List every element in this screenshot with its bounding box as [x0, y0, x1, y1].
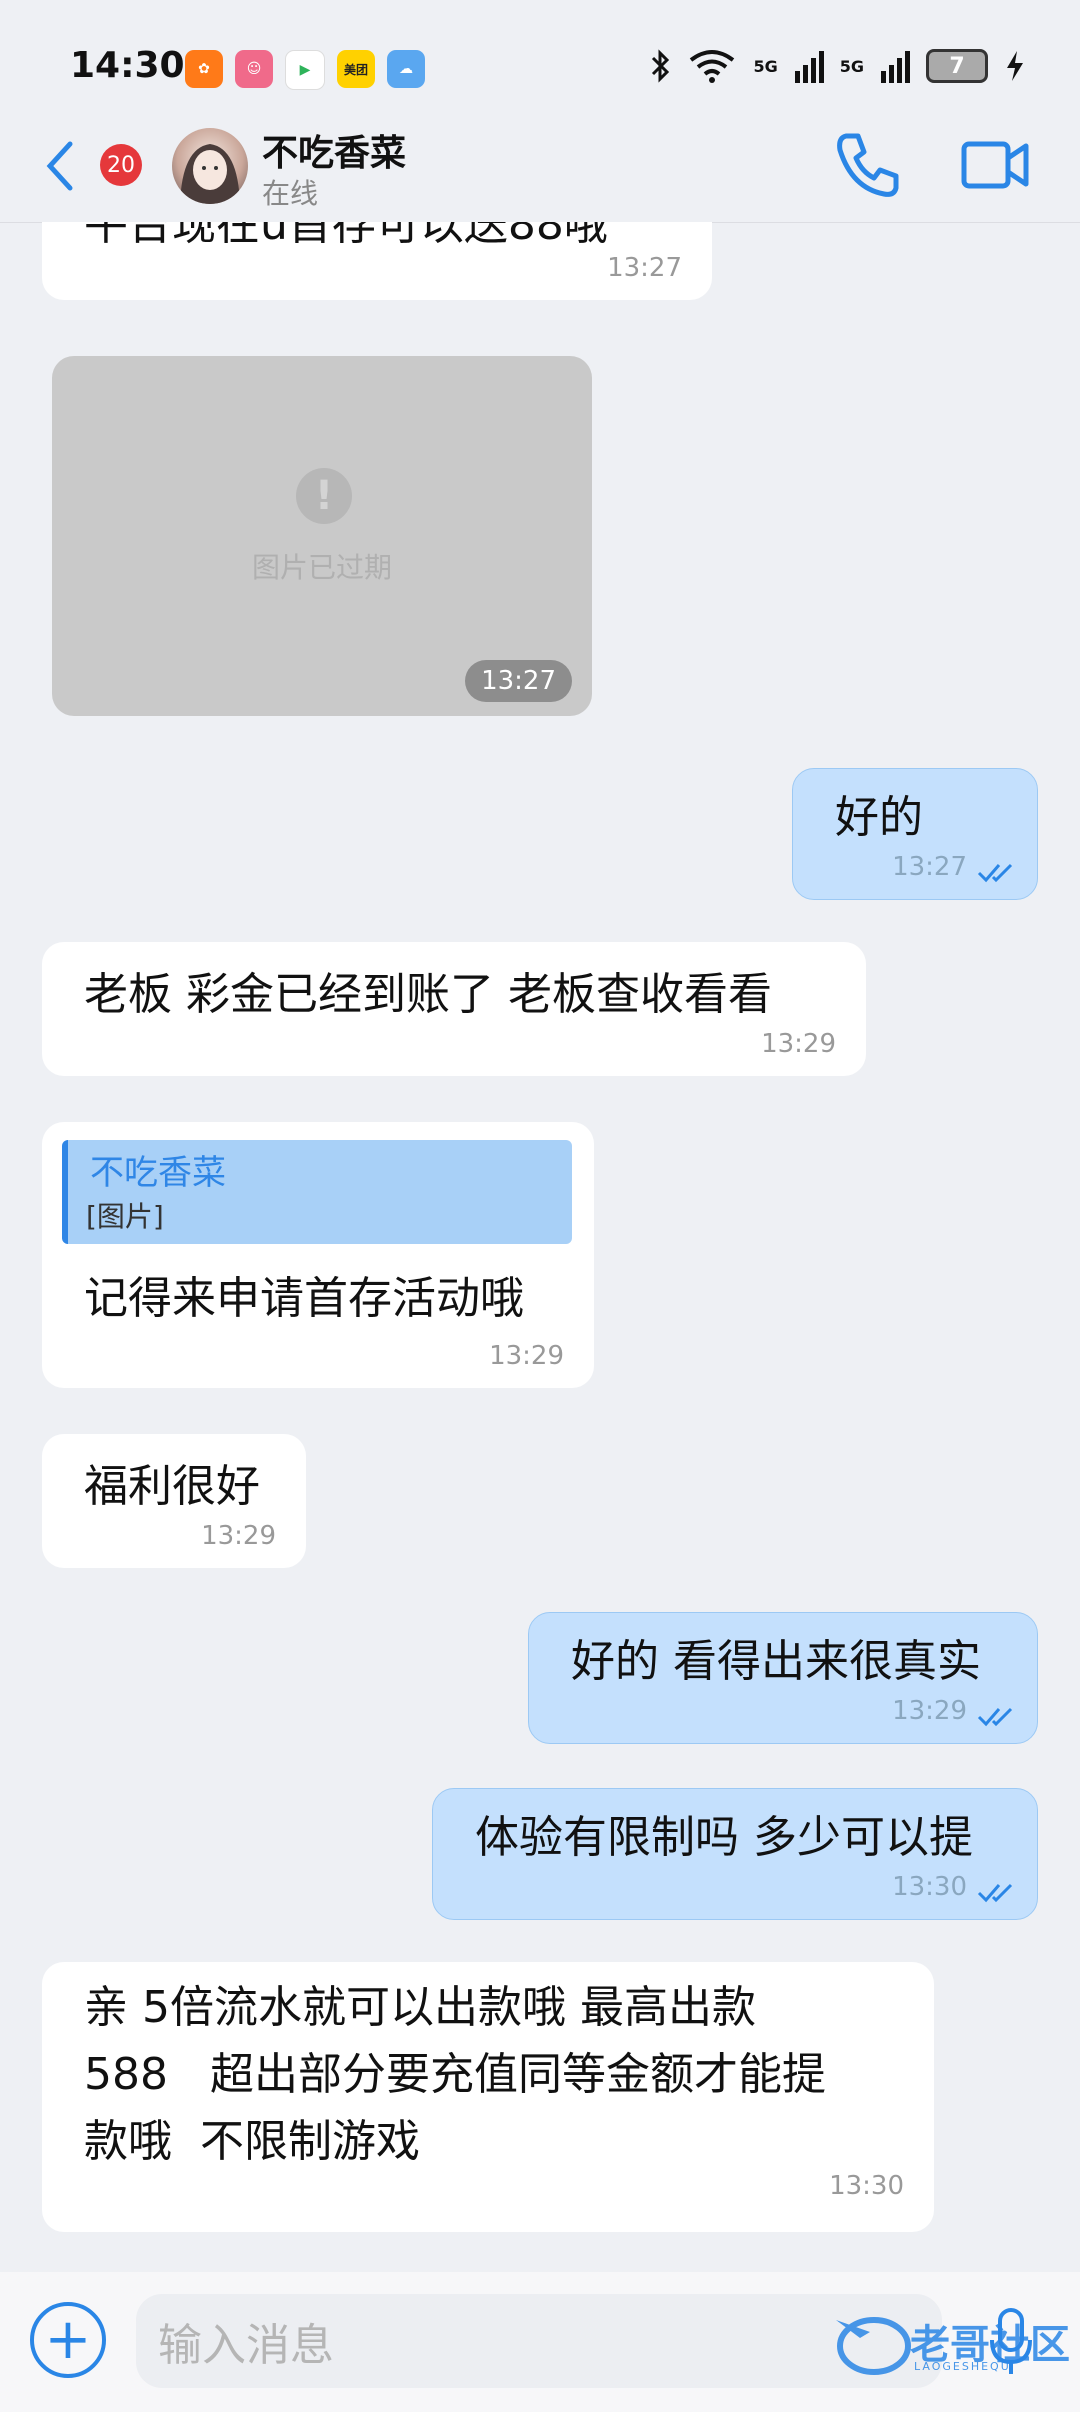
message-time: 13:30 [829, 2171, 904, 2201]
message-bubble-outgoing[interactable]: 好的 看得出来很真实 13:29 [528, 1612, 1038, 1744]
read-receipt-icon [977, 863, 1013, 883]
input-bar: + 输入消息 老哥社区 LAOGESHEQU [0, 2272, 1080, 2412]
message-time: 13:27 [465, 660, 572, 702]
message-text: 福利很好 [84, 1461, 260, 1512]
message-bubble-incoming[interactable]: 老板 彩金已经到账了 老板查收看看 13:29 [42, 942, 866, 1076]
battery-icon: 7 [926, 49, 988, 83]
phone-call-icon[interactable] [832, 130, 902, 200]
back-arrow-icon[interactable] [40, 138, 80, 194]
read-receipt-icon [977, 1883, 1013, 1903]
wifi-icon [690, 50, 735, 83]
message-text: 好的 [835, 792, 923, 843]
bluetooth-icon [652, 49, 670, 83]
message-bubble-incoming[interactable]: 平台现在u首存可以送88哦 13:27 [42, 222, 712, 300]
read-receipt-icon [977, 1707, 1013, 1727]
message-text: 好的 看得出来很真实 [571, 1636, 981, 1687]
signal-label-2: 5G [839, 56, 864, 76]
quoted-message[interactable]: 不吃香菜 [图片] [62, 1140, 572, 1244]
weather-icon: ☁ [387, 50, 425, 88]
unread-badge[interactable]: 20 [100, 144, 142, 186]
warning-icon: ! [296, 468, 352, 524]
message-line: 亲 5倍流水就可以出款哦 最高出款 [84, 1982, 756, 2033]
message-time: 13:27 [607, 253, 682, 283]
watermark-emblem-icon [836, 2317, 911, 2375]
status-indicators: 5G 5G 7 [649, 48, 1026, 84]
message-bubble-incoming[interactable]: 福利很好 13:29 [42, 1434, 306, 1568]
contact-status: 在线 [262, 177, 319, 210]
message-bubble-reply[interactable]: 不吃香菜 [图片] 记得来申请首存活动哦 13:29 [42, 1122, 594, 1388]
message-line: 588 超出部分要充值同等金额才能提 [84, 2049, 826, 2100]
message-text: 亲 5倍流水就可以出款哦 最高出款 588 超出部分要充值同等金额才能提 款哦 … [84, 1974, 826, 2175]
add-attachment-button[interactable]: + [30, 2302, 106, 2378]
message-list[interactable]: 平台现在u首存可以送88哦 13:27 ! 图片已过期 13:27 好的 13:… [0, 222, 1080, 2272]
message-time: 13:29 [201, 1521, 276, 1551]
avatar-app-icon: ☺ [235, 50, 273, 88]
signal-label-1: 5G [753, 56, 778, 76]
message-input[interactable]: 输入消息 [136, 2294, 942, 2388]
message-line: 款哦 不限制游戏 [84, 2116, 420, 2167]
video-app-icon: ▶ [285, 50, 325, 90]
quoted-sender: 不吃香菜 [90, 1153, 226, 1193]
message-text: 体验有限制吗 多少可以提 [475, 1812, 973, 1863]
watermark-subtext: LAOGESHEQU [914, 2360, 1011, 2373]
message-time: 13:29 [489, 1341, 564, 1371]
image-message-expired[interactable]: ! 图片已过期 13:27 [52, 356, 592, 716]
contact-name: 不吃香菜 [262, 133, 407, 174]
chat-header: 20 不吃香菜 在线 [0, 110, 1080, 223]
watermark-logo: 老哥社区 LAOGESHEQU [830, 2302, 1070, 2382]
message-bubble-incoming[interactable]: 亲 5倍流水就可以出款哦 最高出款 588 超出部分要充值同等金额才能提 款哦 … [42, 1962, 934, 2232]
message-text: 平台现在u首存可以送88哦 [84, 222, 608, 250]
message-bubble-outgoing[interactable]: 体验有限制吗 多少可以提 13:30 [432, 1788, 1038, 1920]
contact-avatar[interactable] [172, 128, 248, 204]
quoted-text: [图片] [86, 1200, 164, 1233]
message-text: 老板 彩金已经到账了 老板查收看看 [84, 969, 772, 1020]
notification-app-icons: ✿ ☺ ▶ 美团 ☁ [185, 50, 425, 90]
charging-icon [1007, 51, 1023, 81]
status-time: 14:30 [70, 45, 185, 86]
message-time: 13:29 [892, 1696, 967, 1726]
message-time: 13:27 [892, 852, 967, 882]
image-expired-caption: 图片已过期 [251, 551, 392, 584]
signal-bars-icon [794, 51, 824, 83]
message-time: 13:29 [761, 1029, 836, 1059]
message-text: 记得来申请首存活动哦 [84, 1273, 524, 1324]
battery-level: 7 [949, 53, 965, 79]
video-call-icon[interactable] [960, 138, 1030, 192]
message-time: 13:30 [892, 1872, 967, 1902]
message-bubble-outgoing[interactable]: 好的 13:27 [792, 768, 1038, 900]
kuaishou-icon: ✿ [185, 50, 223, 88]
meituan-icon: 美团 [337, 50, 375, 88]
signal-bars-icon [881, 51, 910, 83]
